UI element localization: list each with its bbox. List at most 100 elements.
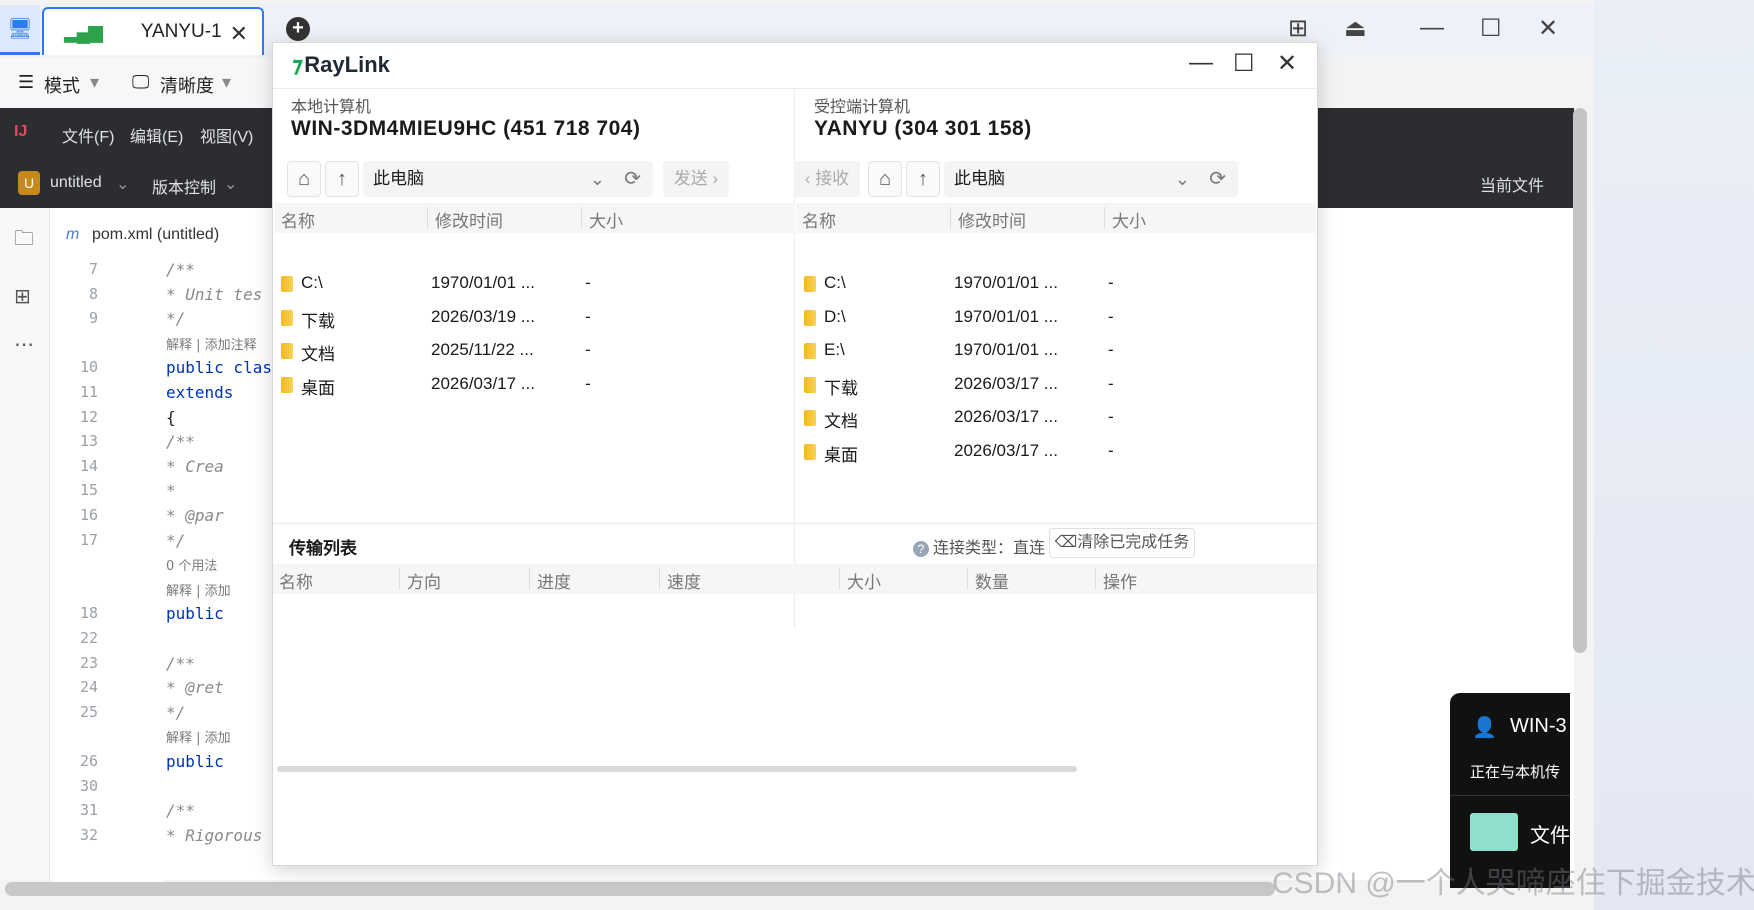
close-tab-icon[interactable]: ✕	[230, 21, 248, 47]
receive-button[interactable]: ‹ 接收	[794, 161, 860, 197]
monitor-icon: 🖵	[132, 72, 150, 92]
chevron-down-icon[interactable]: ⌄	[590, 161, 605, 197]
clear-completed-button[interactable]: ⌫清除已完成任务	[1049, 528, 1195, 558]
grid-view-icon[interactable]: ⊞	[1288, 14, 1308, 43]
col-size[interactable]: 大小	[847, 568, 881, 593]
col-name[interactable]: 名称	[802, 207, 836, 232]
home-button[interactable]: ⌂	[287, 161, 321, 197]
home-button[interactable]: ⌂	[868, 161, 902, 197]
col-count[interactable]: 数量	[975, 568, 1009, 593]
col-modified[interactable]: 修改时间	[435, 207, 503, 232]
line-number: 13	[79, 432, 98, 451]
col-progress[interactable]: 进度	[537, 568, 571, 593]
folder-icon	[804, 276, 816, 292]
code-line: 解释 | 添加	[166, 583, 231, 599]
col-name[interactable]: 名称	[281, 207, 315, 232]
code-line: */	[166, 309, 186, 329]
chevron-down-icon: ⌄	[224, 176, 238, 193]
col-size[interactable]: 大小	[1112, 207, 1146, 232]
file-row[interactable]: 下载 2026/03/19 ... -	[275, 301, 775, 335]
line-number: 8	[88, 284, 98, 303]
add-tab-button[interactable]: +	[286, 17, 310, 41]
file-row[interactable]: 文档 2025/11/22 ... -	[275, 334, 775, 368]
col-name[interactable]: 名称	[279, 568, 313, 593]
file-name: C:\	[301, 273, 323, 292]
watermark: CSDN @一个人哭啼座住下掘金技术社区 @Livia_Lvhu海程序猿	[1272, 867, 1754, 900]
project-selector[interactable]: untitled	[50, 174, 102, 192]
help-icon[interactable]: ?	[913, 541, 929, 557]
current-file-selector[interactable]: 当前文件	[1480, 172, 1544, 196]
file-time: 2025/11/22 ...	[431, 340, 534, 360]
col-speed[interactable]: 速度	[667, 568, 701, 593]
transfer-scrollbar[interactable]	[277, 766, 1077, 772]
code-line: /**	[166, 653, 195, 673]
file-size: -	[585, 306, 591, 326]
chevron-down-icon[interactable]: ⌄	[1175, 161, 1190, 197]
folder-icon	[804, 444, 816, 460]
maximize-window-icon[interactable]: ☐	[1480, 14, 1502, 43]
code-line: /**	[166, 801, 195, 821]
col-direction[interactable]: 方向	[407, 568, 441, 593]
dialog-maximize-icon[interactable]: ☐	[1233, 49, 1255, 78]
file-row[interactable]: 下载 2026/03/17 ... -	[796, 368, 1296, 402]
file-name: C:\	[824, 273, 846, 292]
remote-path-box[interactable]: 此电脑 ⌄ ⟳	[944, 161, 1238, 197]
menu-view[interactable]: 视图(V)	[200, 123, 253, 147]
file-transfer-dialog: ⁊RayLink — ☐ ✕ 本地计算机 WIN-3DM4MIEU9HC (45…	[272, 42, 1318, 866]
file-name: 桌面	[301, 378, 335, 398]
col-modified[interactable]: 修改时间	[958, 207, 1026, 232]
send-button[interactable]: 发送 ›	[663, 161, 729, 197]
folder-icon[interactable]: 🗀	[14, 224, 34, 258]
menu-file[interactable]: 文件(F)	[62, 123, 114, 147]
structure-icon[interactable]: ⊞	[14, 284, 31, 309]
up-button[interactable]: ↑	[325, 161, 359, 197]
code-view[interactable]: /** * Unit tes */ 解释 | 添加注释 public clas ex…	[164, 262, 284, 882]
line-number: 9	[88, 309, 98, 328]
close-window-icon[interactable]: ✕	[1538, 14, 1558, 43]
refresh-icon[interactable]: ⟳	[624, 161, 641, 197]
horizontal-scrollbar[interactable]	[5, 882, 1275, 896]
line-number: 26	[79, 752, 98, 770]
code-line: */	[166, 702, 186, 722]
computer-tab-icon[interactable]: 🖥	[0, 5, 40, 55]
connection-type: ? 连接类型：直连	[913, 534, 1045, 558]
ide-tool-strip: 🗀 ⊞ ⋯	[0, 208, 50, 880]
line-number: 12	[79, 407, 98, 426]
folder-icon	[804, 410, 816, 427]
file-name: 文档	[824, 412, 858, 432]
line-number: 23	[79, 653, 98, 672]
clarity-menu[interactable]: 清晰度	[160, 72, 214, 98]
more-icon[interactable]: ⋯	[14, 332, 34, 357]
menu-edit[interactable]: 编辑(E)	[130, 123, 183, 147]
scrollbar-thumb[interactable]	[1573, 108, 1587, 653]
file-row[interactable]: 文档 2026/03/17 ... -	[796, 401, 1296, 435]
folder-icon	[804, 309, 816, 326]
file-size: -	[1108, 340, 1114, 360]
eject-icon[interactable]: ⏏	[1344, 14, 1367, 43]
col-size[interactable]: 大小	[589, 207, 623, 232]
viewer-toolbar: ☰ 模式 ▾ 🖵 清晰度 ▾	[0, 58, 280, 108]
session-tab[interactable]: ▂▄▆ YANYU-1 ✕	[42, 7, 264, 55]
vertical-scrollbar[interactable]	[1570, 108, 1588, 658]
dialog-minimize-icon[interactable]: —	[1189, 49, 1213, 77]
file-row[interactable]: D:\ 1970/01/01 ... -	[796, 301, 1296, 335]
raylink-logo: ⁊RayLink	[291, 52, 390, 77]
file-row[interactable]: C:\ 1970/01/01 ... -	[796, 267, 1296, 301]
file-row[interactable]: E:\ 1970/01/01 ... -	[796, 334, 1296, 368]
local-path-box[interactable]: 此电脑 ⌄ ⟳	[363, 161, 653, 197]
refresh-icon[interactable]: ⟳	[1209, 161, 1226, 197]
file-row[interactable]: 桌面 2026/03/17 ... -	[796, 435, 1296, 469]
file-row[interactable]: C:\ 1970/01/01 ... -	[275, 267, 775, 301]
col-actions[interactable]: 操作	[1103, 568, 1137, 593]
up-button[interactable]: ↑	[906, 161, 940, 197]
vcs-menu[interactable]: 版本控制	[152, 174, 216, 198]
line-number: 10	[79, 358, 98, 377]
line-gutter: 7 8 9 10 11 12 13 14 15 16 17 18 22 23 24 25 26 30 31 32	[52, 260, 164, 882]
file-row[interactable]: 桌面 2026/03/17 ... -	[275, 368, 775, 402]
file-time: 2026/03/17 ...	[954, 441, 1058, 460]
file-time: 1970/01/01 ...	[954, 340, 1058, 360]
minimize-window-icon[interactable]: —	[1420, 14, 1444, 42]
dialog-close-icon[interactable]: ✕	[1277, 49, 1297, 78]
folder-icon	[804, 376, 816, 393]
mode-menu[interactable]: 模式	[44, 72, 80, 98]
